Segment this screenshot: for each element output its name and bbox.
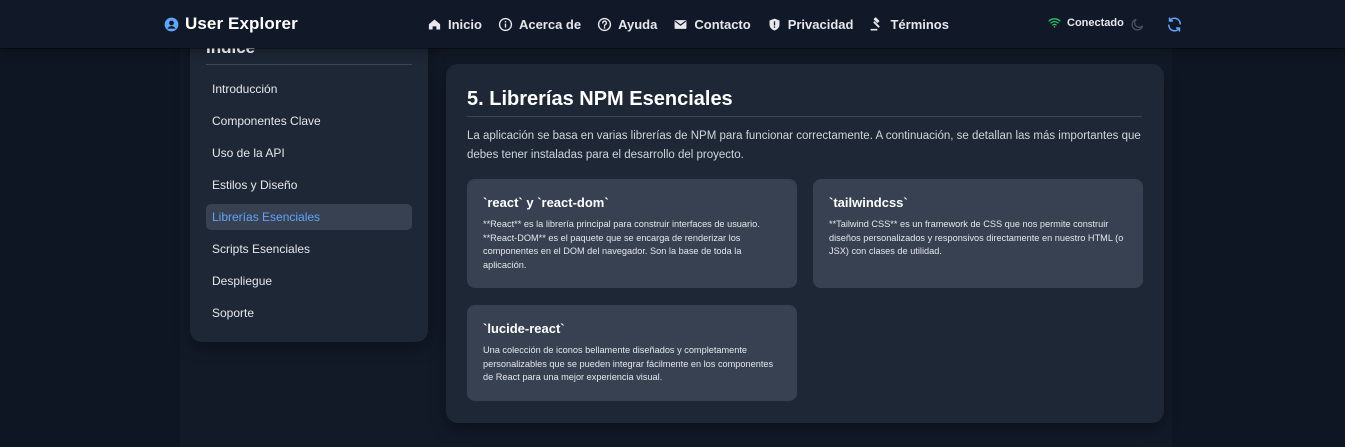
nav-link-acerca[interactable]: Acerca de xyxy=(498,17,581,32)
sidebar-item-componentes-clave[interactable]: Componentes Clave xyxy=(206,108,412,134)
library-card-react: `react` y `react-dom` **React** es la li… xyxy=(467,179,797,288)
refresh-icon xyxy=(1167,16,1181,32)
home-icon xyxy=(428,19,441,29)
mail-icon xyxy=(674,19,687,29)
shield-icon xyxy=(769,18,780,30)
section-librerias: 5. Librerías NPM Esenciales La aplicació… xyxy=(446,64,1164,423)
section-title: 5. Librerías NPM Esenciales xyxy=(467,88,733,110)
sidebar-item-scripts-esenciales[interactable]: Scripts Esenciales xyxy=(206,236,412,262)
card-title: `tailwindcss` xyxy=(829,195,908,210)
nav-link-label: Contacto xyxy=(694,16,751,32)
status-text: Conectado xyxy=(1067,16,1124,29)
sidebar-index: Índice Introducción Componentes Clave Us… xyxy=(190,20,428,342)
nav-link-ayuda[interactable]: Ayuda xyxy=(597,17,657,32)
sidebar-item-estilos-diseno[interactable]: Estilos y Diseño xyxy=(206,172,412,198)
sidebar-item-introduccion[interactable]: Introducción xyxy=(206,76,412,102)
gavel-icon xyxy=(871,16,881,30)
info-icon xyxy=(498,17,513,31)
wifi-icon xyxy=(1048,18,1061,28)
connection-status: Conectado xyxy=(1048,16,1124,29)
sidebar-item-soporte[interactable]: Soporte xyxy=(206,300,412,326)
top-navbar: User Explorer Inicio Acerca de Ayuda Con… xyxy=(0,0,1345,48)
nav-link-label: Privacidad xyxy=(787,16,854,32)
sidebar-item-librerias-esenciales[interactable]: Librerías Esenciales xyxy=(206,204,412,230)
card-body: Una colección de iconos bellamente diseñ… xyxy=(483,345,774,382)
nav-link-label: Términos xyxy=(890,16,949,32)
refresh-button[interactable] xyxy=(1164,14,1184,34)
section-intro: La aplicación se basa en varias librería… xyxy=(467,130,1141,161)
sidebar-divider xyxy=(206,64,412,65)
card-body: **React** es la librería principal para … xyxy=(483,219,760,270)
nav-link-label: Inicio xyxy=(448,16,482,32)
brand[interactable]: User Explorer xyxy=(164,14,298,34)
nav-link-inicio[interactable]: Inicio xyxy=(427,17,482,32)
moon-icon xyxy=(1130,18,1143,31)
section-divider xyxy=(467,116,1142,117)
card-title: `react` y `react-dom` xyxy=(483,195,609,210)
library-card-tailwindcss: `tailwindcss` **Tailwind CSS** es un fra… xyxy=(813,179,1143,288)
library-card-lucide-react: `lucide-react` Una colección de iconos b… xyxy=(467,305,797,401)
brand-title: User Explorer xyxy=(185,14,298,33)
nav-link-privacidad[interactable]: Privacidad xyxy=(767,16,854,32)
card-body: **Tailwind CSS** es un framework de CSS … xyxy=(829,219,1124,256)
sidebar-list: Introducción Componentes Clave Uso de la… xyxy=(206,76,412,332)
user-circle-icon xyxy=(164,17,179,32)
help-icon xyxy=(597,17,612,31)
theme-toggle-button[interactable] xyxy=(1128,15,1146,33)
sidebar-item-despliegue[interactable]: Despliegue xyxy=(206,268,412,294)
sidebar-item-uso-api[interactable]: Uso de la API xyxy=(206,140,412,166)
card-title: `lucide-react` xyxy=(483,321,565,336)
nav-link-label: Acerca de xyxy=(518,16,582,32)
nav-link-contacto[interactable]: Contacto xyxy=(673,16,751,32)
main-nav: Inicio Acerca de Ayuda Contacto Privacid… xyxy=(427,14,949,34)
nav-link-label: Ayuda xyxy=(618,16,658,32)
nav-link-terminos[interactable]: Términos xyxy=(869,17,949,32)
